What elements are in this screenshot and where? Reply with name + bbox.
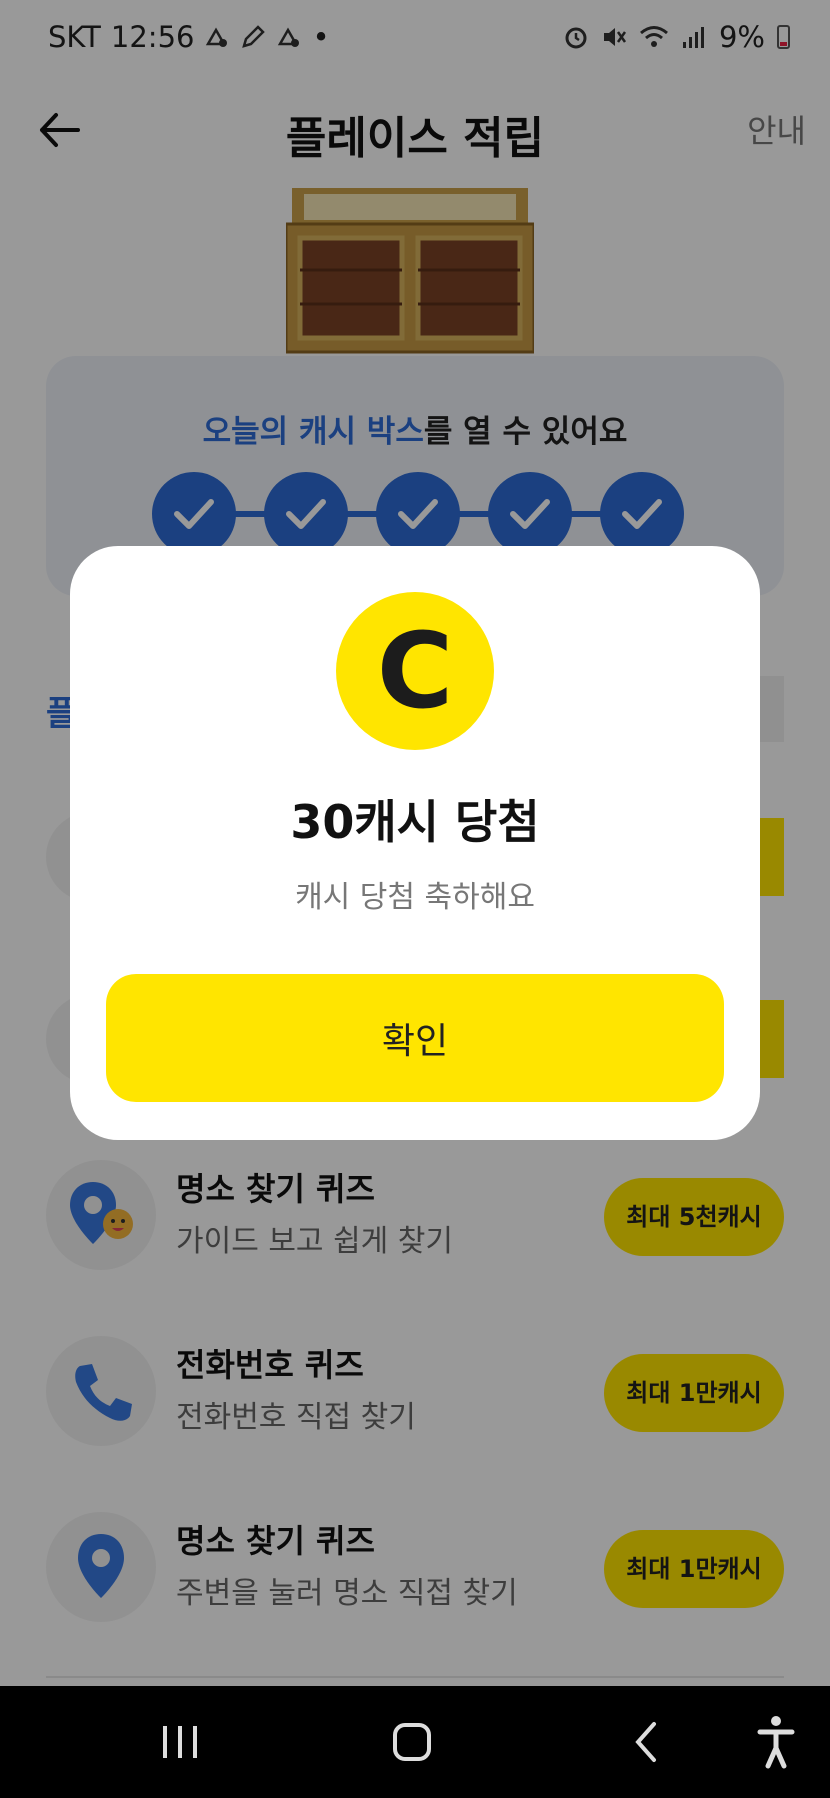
app-screen: SKT 12:56 • 9% 플레이스 적립 안내 오늘의 캐시 박스를 열 수…	[0, 0, 830, 1798]
recent-apps-icon	[163, 1726, 197, 1758]
accessibility-button[interactable]	[716, 1686, 830, 1798]
modal-title: 30캐시 당첨	[290, 795, 540, 849]
system-navigation-bar	[0, 1686, 830, 1798]
back-chevron-icon	[635, 1722, 656, 1762]
recent-apps-button[interactable]	[120, 1686, 240, 1798]
back-button[interactable]	[586, 1686, 706, 1798]
confirm-button[interactable]: 확인	[106, 974, 724, 1102]
accessibility-icon	[757, 1716, 795, 1769]
modal-subtitle: 캐시 당첨 축하해요	[295, 880, 535, 915]
home-icon	[393, 1723, 431, 1761]
coin-letter: C	[376, 610, 454, 732]
reward-modal: C 30캐시 당첨 캐시 당첨 축하해요 확인	[70, 546, 760, 1140]
home-button[interactable]	[352, 1686, 472, 1798]
cash-coin-icon: C	[336, 592, 494, 750]
